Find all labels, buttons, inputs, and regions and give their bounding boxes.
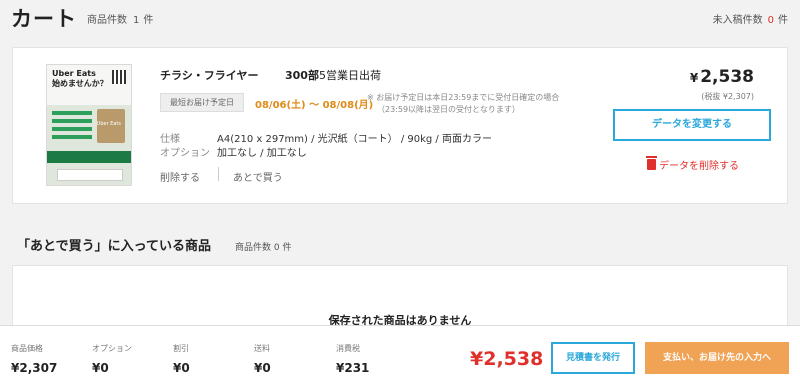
option-label: オプション (160, 148, 210, 159)
summary-tax: 消費税 ¥231 (336, 343, 369, 375)
item-price: ¥2,538 (690, 67, 754, 87)
item-price-value: 2,538 (700, 67, 754, 87)
summary-discount: 割引 ¥0 (173, 343, 190, 375)
summary-label: 送料 (254, 344, 270, 353)
summary-value: ¥2,307 (11, 361, 58, 375)
later-count-label: 商品件数 (235, 243, 272, 253)
delete-data-button[interactable]: データを削除する (646, 156, 739, 172)
spec-label: 仕様 (160, 134, 180, 145)
summary-value: ¥0 (92, 361, 109, 375)
delivery-notice: ※ お届け予定日は本日23:59までに受付日確定の場合 （23:59以降は翌日の… (367, 92, 559, 116)
item-count-unit: 件 (143, 15, 154, 26)
thumbnail-headline: 始めませんか？ (52, 79, 108, 88)
buy-later-link[interactable]: あとで買う (233, 169, 283, 184)
unentered-value: 0 (767, 15, 774, 26)
total-price: ¥2,538 (470, 348, 544, 370)
summary-value: ¥231 (336, 361, 370, 375)
item-count-label: 商品件数 (87, 15, 127, 26)
later-section-count: 商品件数 0 件 (235, 240, 292, 253)
product-name: チラシ・フライヤー (160, 69, 259, 82)
thumbnail-brand: Uber Eats 始めませんか？ (52, 69, 108, 89)
action-divider (218, 167, 219, 181)
delete-item-link[interactable]: 削除する (160, 169, 200, 184)
change-data-button[interactable]: データを変更する (613, 109, 771, 141)
later-count-unit: 件 (282, 243, 292, 253)
summary-value: ¥0 (173, 361, 190, 375)
checkout-button[interactable]: 支払い、お届け先の入力へ (645, 342, 789, 374)
summary-item-price: 商品価格 ¥2,307 (11, 343, 57, 375)
trash-icon (646, 156, 657, 170)
checkout-footer: 商品価格 ¥2,307 オプション ¥0 割引 ¥0 送料 ¥0 消費税 ¥23… (0, 325, 800, 391)
option-value: 加工なし / 加工なし (217, 148, 307, 159)
product-shipping: 5営業日出荷 (319, 69, 381, 82)
spec-value: A4(210 x 297mm) / 光沢紙（コート） / 90kg / 両面カラ… (217, 134, 492, 145)
item-price-tax: (税抜 ¥2,307) (701, 92, 754, 101)
summary-shipping: 送料 ¥0 (254, 343, 271, 375)
delivery-notice-line1: ※ お届け予定日は本日23:59までに受付日確定の場合 (367, 93, 560, 102)
thumbnail-bullets (52, 111, 92, 143)
later-section-title: 「あとで買う」に入っている商品 (17, 239, 211, 254)
yen-symbol: ¥ (689, 71, 699, 85)
cart-item-card: Uber Eats 始めませんか？ Uber Eats チラシ・フライヤー 30… (12, 47, 788, 204)
summary-label: 消費税 (336, 344, 360, 353)
qr-code-icon (112, 70, 126, 84)
summary-label: 商品価格 (11, 344, 43, 353)
delete-data-label: データを削除する (659, 161, 739, 172)
item-count: 商品件数 1 件 (87, 11, 153, 26)
delivery-badge: 最短お届け予定日 (160, 93, 244, 112)
thumbnail-footer-box (57, 169, 123, 181)
unentered-unit: 件 (778, 15, 788, 26)
product-thumbnail[interactable]: Uber Eats 始めませんか？ Uber Eats (46, 64, 132, 186)
thumbnail-brand-text: Uber Eats (52, 69, 96, 78)
summary-label: 割引 (173, 344, 189, 353)
later-count-value: 0 (273, 243, 280, 253)
page-header: カート 商品件数 1 件 未入稿件数 0 件 (0, 0, 800, 34)
product-quantity: 300部 (285, 69, 319, 82)
summary-value: ¥0 (254, 361, 271, 375)
delivery-notice-line2: （23:59以降は翌日の受付となります） (377, 105, 520, 114)
item-count-value: 1 (133, 15, 140, 26)
bag-label: Uber Eats (96, 121, 121, 127)
unentered-count: 未入稿件数 0 件 (713, 11, 788, 26)
summary-label: オプション (92, 344, 132, 353)
unentered-label: 未入稿件数 (712, 15, 763, 26)
issue-estimate-button[interactable]: 見積書を発行 (551, 342, 635, 374)
delivery-date: 08/06(土) 〜 08/08(月) (255, 100, 374, 111)
thumbnail-band (47, 151, 131, 163)
summary-option: オプション ¥0 (92, 343, 132, 375)
page-title: カート (11, 7, 77, 31)
